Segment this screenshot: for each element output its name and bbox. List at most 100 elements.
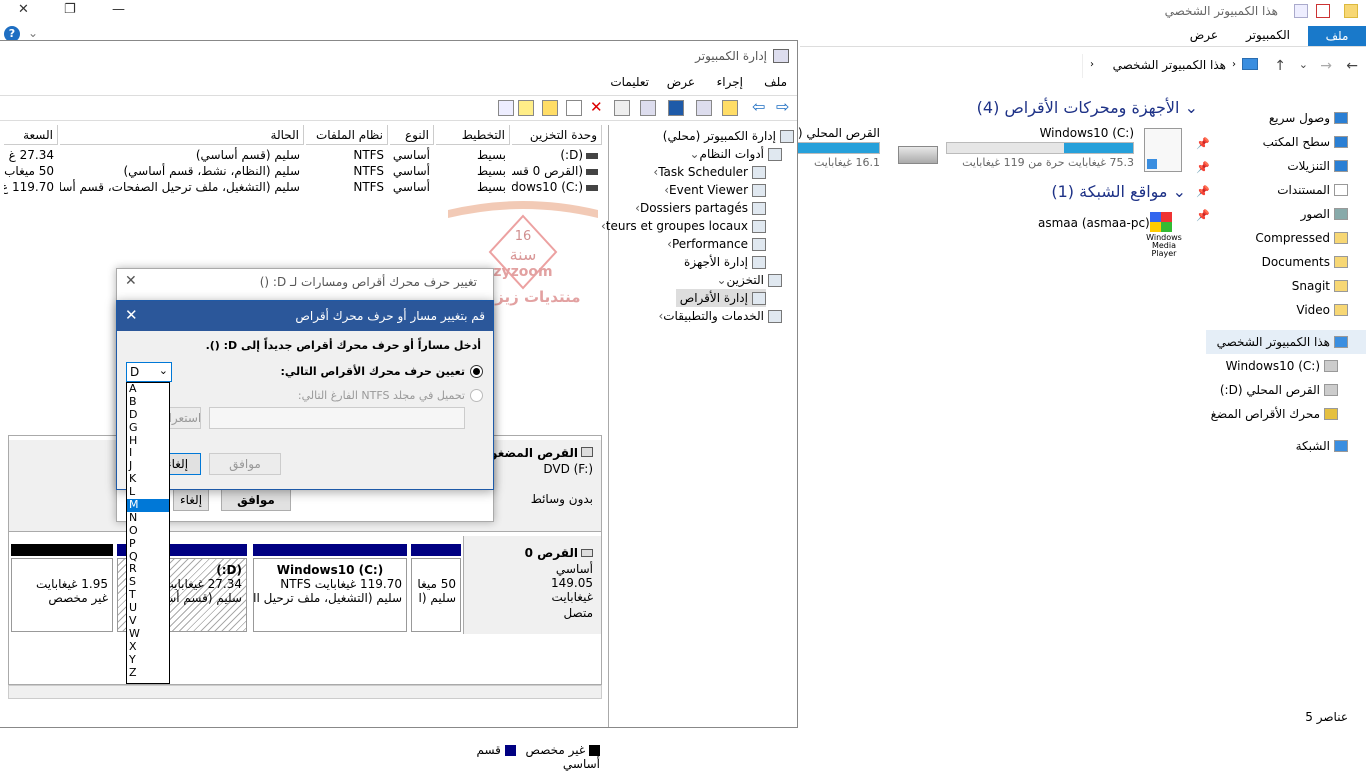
sidebar-item[interactable]: Windows10 (C:): [1206, 354, 1366, 378]
sidebar-item[interactable]: الشبكة: [1206, 434, 1366, 458]
drive-letter-option[interactable]: A: [127, 382, 169, 396]
sidebar-item[interactable]: Video: [1206, 298, 1366, 322]
sidebar-item[interactable]: Documents: [1206, 250, 1366, 274]
folder-path-input[interactable]: [209, 407, 465, 429]
properties-icon[interactable]: [640, 100, 656, 116]
close-icon[interactable]: ✕: [18, 2, 29, 17]
sidebar-item[interactable]: Snagit: [1206, 274, 1366, 298]
rescan-icon[interactable]: [614, 100, 630, 116]
delete-icon[interactable]: ✕: [590, 100, 606, 116]
drive-letter-option[interactable]: W: [127, 627, 169, 641]
back-icon[interactable]: ←: [1346, 58, 1358, 74]
ok-button[interactable]: موافق: [209, 453, 281, 475]
drive-letter-option[interactable]: I: [127, 447, 169, 460]
restore-icon[interactable]: ❐: [64, 2, 76, 17]
back-ok-button[interactable]: موافق: [221, 489, 291, 511]
sidebar-item[interactable]: الصور 📌: [1196, 202, 1366, 226]
forward-icon[interactable]: ⇨: [776, 99, 792, 116]
chevron-right-icon[interactable]: ›: [660, 235, 672, 253]
export-icon[interactable]: [498, 100, 514, 116]
sidebar-item[interactable]: وصول سريع: [1206, 106, 1366, 130]
drive-letter-option[interactable]: M: [127, 498, 169, 512]
close-icon[interactable]: ✕: [125, 306, 138, 324]
help-icon[interactable]: [668, 100, 684, 116]
drive-letter-option[interactable]: Z: [127, 666, 169, 680]
tree-item[interactable]: إدارة الأجهزة: [684, 253, 766, 271]
back-cancel-button[interactable]: إلغاء: [173, 489, 209, 511]
quick-access-icon[interactable]: [1294, 4, 1308, 18]
sidebar-item[interactable]: التنزيلات 📌: [1196, 154, 1366, 178]
sidebar-item[interactable]: سطح المكتب 📌: [1196, 130, 1366, 154]
show-hide-icon[interactable]: [696, 100, 712, 116]
mount-folder-radio[interactable]: [470, 389, 483, 402]
drive-d-tile[interactable]: القرص المحلي (D:) 16.1 غيغابايت: [796, 126, 938, 178]
back-icon[interactable]: ⇦: [752, 99, 768, 116]
drive-letter-option[interactable]: B: [127, 395, 169, 409]
column-header[interactable]: وحدة التخزين: [512, 125, 602, 145]
chevron-down-icon[interactable]: ⌄: [688, 145, 699, 163]
partition-unallocated[interactable]: 1.95 غيغابايت غير مخصص: [11, 558, 113, 632]
tree-item[interactable]: teurs et groupes locaux›: [590, 217, 766, 235]
recent-chevron-icon[interactable]: ⌄: [1299, 58, 1308, 71]
close-icon[interactable]: ✕: [125, 273, 137, 289]
tree-item[interactable]: Dossiers partagés›: [624, 199, 766, 217]
table-row[interactable]: (القرص 0 قسم 1) بسيط أساسي NTFS سليم (النظام…: [4, 163, 602, 179]
drive-letter-option[interactable]: D: [127, 408, 169, 422]
tree-item[interactable]: إدارة الكمبيوتر (محلي): [663, 127, 794, 145]
tree-item[interactable]: أدوات النظام⌄: [684, 145, 782, 163]
drive-letter-select[interactable]: D ⌄: [126, 362, 172, 382]
check-icon[interactable]: [566, 100, 582, 116]
chevron-right-icon[interactable]: ›: [657, 181, 669, 199]
tab-view[interactable]: عرض: [1180, 26, 1228, 44]
drive-letter-option[interactable]: O: [127, 524, 169, 538]
tree-item[interactable]: إدارة الأقراص: [675, 289, 766, 307]
drive-letter-option[interactable]: V: [127, 614, 169, 628]
upload-icon[interactable]: [518, 100, 534, 116]
menu-item[interactable]: عرض: [667, 75, 695, 89]
drive-letter-option[interactable]: H: [127, 434, 169, 448]
tab-file[interactable]: ملف: [1308, 26, 1366, 46]
chevron-down-icon[interactable]: ⌄: [28, 26, 38, 40]
chevron-right-icon[interactable]: ›: [651, 307, 663, 325]
chevron-down-icon[interactable]: ⌄: [715, 271, 726, 289]
column-header[interactable]: التخطيط: [436, 125, 510, 145]
column-header[interactable]: نظام الملفات: [306, 125, 388, 145]
drive-letter-option[interactable]: N: [127, 511, 169, 525]
menu-item[interactable]: إجراء: [717, 75, 743, 89]
drive-c-tile[interactable]: Windows10 (C:) 75.3 غيغابايت حرة من 119 …: [940, 126, 1186, 178]
assign-letter-radio[interactable]: [470, 365, 483, 378]
tree-item[interactable]: Event Viewer›: [653, 181, 766, 199]
sidebar-item[interactable]: هذا الكمبيوتر الشخصي: [1206, 330, 1366, 354]
column-header[interactable]: السعة: [4, 125, 58, 145]
sidebar-item[interactable]: المستندات 📌: [1196, 178, 1366, 202]
table-row[interactable]: Windows10 (C:) بسيط أساسي NTFS سليم (التشغيل…: [4, 179, 602, 195]
folder-up-icon[interactable]: [542, 100, 558, 116]
sidebar-item[interactable]: محرك الأقراص المضغ: [1206, 402, 1366, 426]
properties-icon[interactable]: [1316, 4, 1330, 18]
chevron-right-icon[interactable]: ›: [646, 163, 658, 181]
partition-system[interactable]: 50 ميغا سليم (ا: [411, 558, 461, 632]
partition-c[interactable]: Windows10 (C:) 119.70 غيغابايت NTFS سليم…: [253, 558, 407, 632]
sidebar-item[interactable]: Compressed: [1206, 226, 1366, 250]
tree-item[interactable]: Task Scheduler›: [642, 163, 766, 181]
address-box[interactable]: › هذا الكمبيوتر الشخصي ›: [1082, 54, 1262, 78]
column-header[interactable]: الحالة: [60, 125, 304, 145]
sidebar-item[interactable]: القرص المحلي (D:): [1206, 378, 1366, 402]
disk-panel-scrollbar[interactable]: [8, 685, 602, 699]
drive-letter-option[interactable]: G: [127, 421, 169, 435]
network-item[interactable]: asmaa (asmaa-pc): [1038, 216, 1150, 230]
menu-item[interactable]: ملف: [764, 75, 787, 89]
forward-icon[interactable]: →: [1320, 58, 1332, 74]
tree-item[interactable]: Performance›: [656, 235, 766, 253]
up-icon[interactable]: ↑: [1274, 58, 1286, 74]
minimize-icon[interactable]: —: [112, 2, 125, 17]
tab-computer[interactable]: الكمبيوتر: [1236, 26, 1300, 44]
tree-item[interactable]: الخدمات والتطبيقات›: [647, 307, 782, 325]
drive-letter-option[interactable]: X: [127, 640, 169, 654]
menu-item[interactable]: تعليمات: [610, 75, 649, 89]
section-network[interactable]: ⌄ مواقع الشبكة (1): [1051, 182, 1186, 201]
table-row[interactable]: (D:) بسيط أساسي NTFS سليم (قسم أساسي) 27.34 غ: [4, 147, 602, 163]
drive-letter-option[interactable]: Y: [127, 653, 169, 667]
column-header[interactable]: النوع: [390, 125, 434, 145]
tree-item[interactable]: التخزين⌄: [711, 271, 782, 289]
